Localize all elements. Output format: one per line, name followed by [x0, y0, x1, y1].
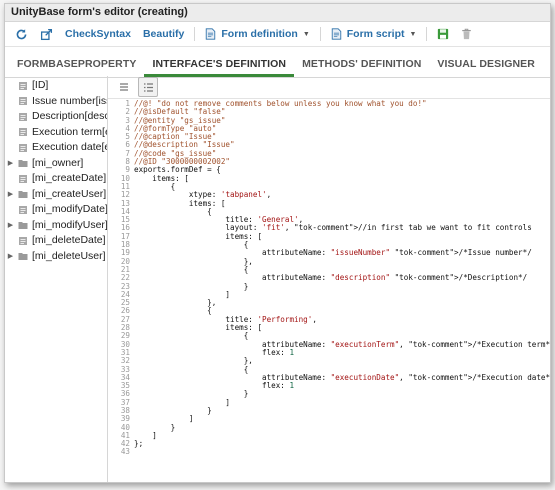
folder-icon	[18, 191, 28, 199]
document-icon	[331, 28, 341, 40]
tree-item-label: [mi_deleteDate]	[32, 234, 106, 246]
code-line[interactable]: exports.formDef = {	[134, 166, 550, 175]
export-button[interactable]	[34, 23, 59, 45]
tree-item-label: Execution term[ex	[32, 125, 107, 138]
form-script-button[interactable]: Form script ▼	[325, 23, 423, 45]
save-button[interactable]	[431, 23, 455, 45]
refresh-icon	[16, 28, 27, 39]
tree-item-label: Issue number[issu	[32, 94, 107, 107]
tree-item[interactable]: [ID]	[5, 78, 107, 94]
field-icon	[19, 97, 27, 106]
align-button[interactable]	[114, 77, 134, 97]
code-line[interactable]: ]	[134, 414, 550, 423]
tree-item[interactable]: Issue number[issu	[5, 94, 107, 110]
line-number-gutter: 1 2 3 4 5 6 7 8 9 10 11 12 13 14 15 16 17 18 19 20 21 22 23 24 2…	[108, 99, 134, 482]
tree-item[interactable]: Description[descri	[5, 109, 107, 125]
document-icon	[206, 28, 216, 40]
field-icon	[19, 205, 27, 214]
delete-button[interactable]	[455, 23, 478, 45]
field-icon	[19, 128, 27, 137]
form-definition-label: Form definition	[221, 28, 298, 40]
code-line[interactable]: };	[134, 439, 550, 448]
tree-item[interactable]: [mi_modifyDate]	[5, 202, 107, 218]
save-icon	[438, 28, 449, 40]
line-number: 43	[120, 447, 130, 457]
tree-item[interactable]: Execution date[exe	[5, 140, 107, 156]
align-lines-icon	[120, 83, 128, 91]
field-icon	[19, 236, 27, 245]
code-line[interactable]: }	[134, 423, 550, 432]
check-syntax-button[interactable]: CheckSyntax	[59, 23, 137, 45]
expand-arrow-icon[interactable]: ▶	[5, 249, 16, 265]
refresh-button[interactable]	[9, 23, 34, 45]
field-icon	[19, 143, 27, 152]
tree-item-label: [mi_owner]	[32, 156, 84, 169]
tab-methods-definition[interactable]: METHODS' DEFINITION	[294, 58, 429, 77]
tree-item[interactable]: ▶ [mi_createUser]	[5, 187, 107, 203]
form-script-label: Form script	[346, 28, 405, 40]
tree-item-label: [mi_createDate]	[32, 172, 107, 184]
form-definition-button[interactable]: Form definition ▼	[199, 23, 315, 45]
tree-item-label: [ID]	[32, 79, 49, 91]
attribute-tree: [ID] Issue number[issu Description[descri E…	[5, 76, 108, 482]
code-line[interactable]: ]	[134, 431, 550, 440]
toolbar-separator	[426, 27, 428, 41]
tree-item[interactable]: [mi_createDate]	[5, 171, 107, 187]
tree-item[interactable]: [mi_deleteDate]	[5, 233, 107, 249]
tab-content: [ID] Issue number[issu Description[descri E…	[5, 76, 550, 482]
window-title: UnityBase form's editor (creating)	[5, 4, 550, 22]
folder-icon	[18, 222, 28, 230]
tree-item-label: Execution date[exe	[32, 141, 107, 153]
expand-arrow-icon[interactable]: ▶	[5, 156, 16, 172]
tree-item-label: [mi_modifyUser]	[32, 218, 107, 231]
editor-toolbar	[108, 76, 550, 99]
field-icon	[19, 174, 27, 183]
chevron-down-icon: ▼	[302, 30, 310, 38]
tree-item-label: [mi_deleteUser]	[32, 249, 106, 262]
code-lines[interactable]: //@! "do not remove comments below unles…	[134, 100, 550, 482]
tree-item[interactable]: ▶ [mi_deleteUser]	[5, 249, 107, 265]
tree-item-label: [mi_createUser]	[32, 187, 107, 200]
code-area[interactable]: 1 2 3 4 5 6 7 8 9 10 11 12 13 14 15 16 17 18 19 20 21 22 23 24 2…	[108, 99, 550, 482]
tree-item[interactable]: Execution term[ex	[5, 125, 107, 141]
tab-formbaseproperty[interactable]: FORMBASEPROPERTY	[9, 58, 144, 77]
tab-visual-designer[interactable]: VISUAL DESIGNER	[429, 58, 543, 77]
code-line[interactable]: items: [	[134, 174, 550, 183]
beautify-button[interactable]: Beautify	[137, 23, 190, 45]
code-line[interactable]	[134, 448, 550, 456]
tree-item[interactable]: ▶ [mi_modifyUser]	[5, 218, 107, 234]
code-editor: 1 2 3 4 5 6 7 8 9 10 11 12 13 14 15 16 17 18 19 20 21 22 23 24 2…	[108, 76, 550, 482]
toolbar-separator	[319, 27, 321, 41]
numbered-list-icon	[143, 82, 153, 92]
field-icon	[19, 112, 27, 121]
editor-tabs: FORMBASEPROPERTY INTERFACE'S DEFINITION …	[5, 51, 550, 78]
tab-interface-definition[interactable]: INTERFACE'S DEFINITION	[144, 58, 295, 77]
expand-arrow-icon[interactable]: ▶	[5, 187, 16, 203]
main-toolbar: CheckSyntax Beautify Form definition ▼ F…	[5, 22, 550, 47]
folder-icon	[18, 253, 28, 261]
export-icon	[40, 28, 53, 40]
tree-item-label: [mi_modifyDate]	[32, 203, 107, 215]
field-icon	[19, 81, 27, 90]
list-button[interactable]	[138, 77, 158, 97]
form-editor-window: UnityBase form's editor (creating) Check…	[4, 3, 551, 483]
expand-arrow-icon[interactable]: ▶	[5, 218, 16, 234]
tree-item-label: Description[descri	[32, 110, 107, 122]
chevron-down-icon: ▼	[409, 30, 417, 38]
trash-icon	[462, 28, 472, 40]
code-line[interactable]: }	[134, 406, 550, 415]
toolbar-separator	[194, 27, 196, 41]
folder-icon	[18, 160, 28, 168]
tree-item[interactable]: ▶ [mi_owner]	[5, 156, 107, 172]
